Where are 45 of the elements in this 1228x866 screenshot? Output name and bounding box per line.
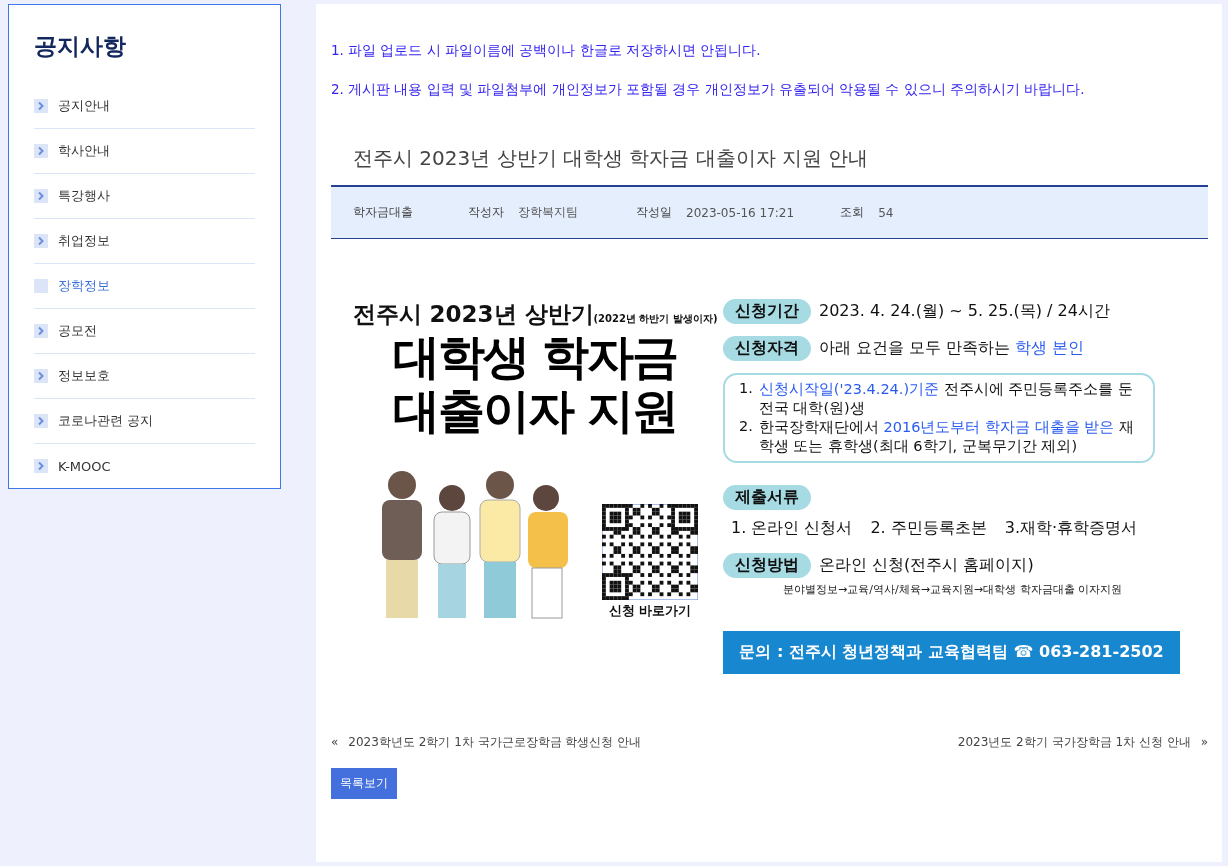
poster-headline: 대출이자 지원 <box>392 384 678 438</box>
document-item: 3.재학·휴학증명서 <box>1004 518 1138 539</box>
qr-caption: 신청 바로가기 <box>608 602 692 620</box>
poster-note: (2022년 하반기 발생이자) <box>593 313 718 324</box>
sidebar-link[interactable]: 정보보호 <box>58 367 110 385</box>
poster-tag: 제출서류 <box>723 485 811 510</box>
criteria-number: 2. <box>739 418 753 436</box>
sidebar-link[interactable]: 장학정보 <box>58 277 110 295</box>
sidebar-link[interactable]: 학사안내 <box>58 142 110 160</box>
sidebar-link[interactable]: 공지안내 <box>58 97 110 115</box>
document-item: 2. 주민등록초본 <box>870 518 987 539</box>
sidebar-link[interactable]: 취업정보 <box>58 232 110 250</box>
views-count: 54 <box>878 205 894 220</box>
category-text: 학자금대출 <box>353 204 414 221</box>
date-text: 2023-05-16 17:21 <box>686 205 795 220</box>
criteria-number: 1. <box>739 380 753 398</box>
criteria-text: 한국장학재단에서 2016년도부터 학자금 대출을 받은 재학생 또는 휴학생(최대 6학기, 군복무기간 제외) <box>758 418 1135 456</box>
notice-text: 2. 게시판 내용 입력 및 파일첨부에 개인정보가 포함될 경우 개인정보가 유출되어 악용될 수 있으니 주의하시기 바랍니다. <box>331 81 1086 99</box>
poster-tag: 신청방법 <box>723 553 811 578</box>
document-item: 1. 온라인 신청서 <box>731 518 853 539</box>
sidebar-link[interactable]: 코로나관련 공지 <box>58 412 154 430</box>
list-button[interactable]: 목록보기 <box>331 768 397 799</box>
poster-subtitle: 전주시 2023년 상반기 <box>352 300 594 329</box>
author-text: 장학복지팀 <box>518 204 579 221</box>
sidebar-link[interactable]: K-MOOC <box>58 458 111 474</box>
author-label: 작성자 <box>468 204 504 221</box>
sidebar-link[interactable]: 공모전 <box>58 322 97 340</box>
date-label: 작성일 <box>636 204 672 221</box>
poster-text: 온라인 신청(전주시 홈페이지) <box>819 555 1034 576</box>
criteria-text: 신청시작일('23.4.24.)기준 전주시에 주민등록주소를 둔 전국 대학(원)생 <box>758 380 1134 418</box>
menu-path-text: 분야별정보→교육/역사/체육→교육지원→대학생 학자금대출 이자지원 <box>783 582 1124 597</box>
poster-headline: 대학생 학자금 <box>392 330 678 384</box>
previous-post-link[interactable]: « 2023학년도 2학기 1차 국가근로장학금 학생신청 안내 <box>331 734 642 751</box>
next-post-link[interactable]: 2023년도 2학기 국가장학금 1차 신청 안내 » <box>957 734 1208 751</box>
views-label: 조회 <box>840 204 865 221</box>
poster-tag: 신청자격 <box>723 336 811 361</box>
qr-code[interactable] <box>602 504 698 600</box>
poster-text: 2023. 4. 24.(월) ~ 5. 25.(목) / 24시간 <box>819 301 1110 322</box>
sidebar-link[interactable]: 특강행사 <box>58 187 110 205</box>
contact-banner: 문의 : 전주시 청년정책과 교육협력팀 ☎ 063-281-2502 <box>723 631 1180 674</box>
notice-text: 1. 파일 업로드 시 파일이름에 공백이나 한글로 저장하시면 안됩니다. <box>331 42 762 60</box>
post-title: 전주시 2023년 상반기 대학생 학자금 대출이자 지원 안내 <box>353 145 870 172</box>
poster-tag: 신청기간 <box>723 299 811 324</box>
poster-text: 아래 요건을 모두 만족하는 학생 본인 <box>819 338 1085 359</box>
sidebar-title: 공지사항 <box>34 32 127 61</box>
